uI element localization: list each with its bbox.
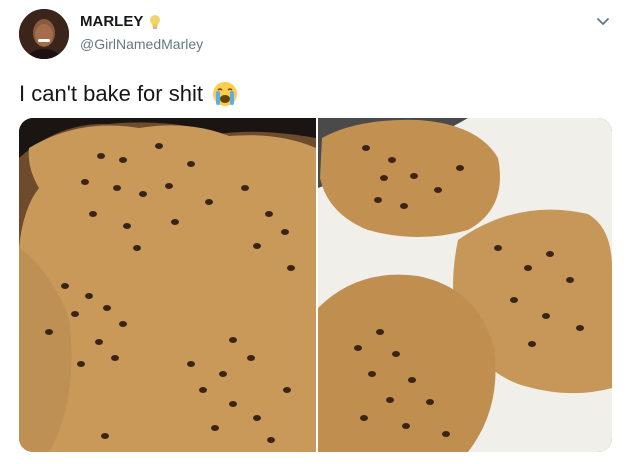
display-name[interactable]: MARLEY xyxy=(80,13,143,30)
author-row: MARLEY xyxy=(80,13,162,30)
tweet-card: MARLEY @GirlNamedMarley I can't bake for… xyxy=(0,0,634,464)
crying-face-icon xyxy=(211,80,239,108)
photo-cookie-plate[interactable] xyxy=(318,118,612,452)
photo-cookie-large[interactable] xyxy=(19,118,316,452)
user-handle[interactable]: @GirlNamedMarley xyxy=(80,36,203,52)
tweet-text: I can't bake for shit xyxy=(19,80,239,108)
media-gallery[interactable] xyxy=(19,118,612,452)
tweet-body: I can't bake for shit xyxy=(19,81,203,106)
lightbulb-icon xyxy=(148,14,162,30)
avatar[interactable] xyxy=(19,9,69,59)
chevron-down-icon[interactable] xyxy=(594,12,612,30)
